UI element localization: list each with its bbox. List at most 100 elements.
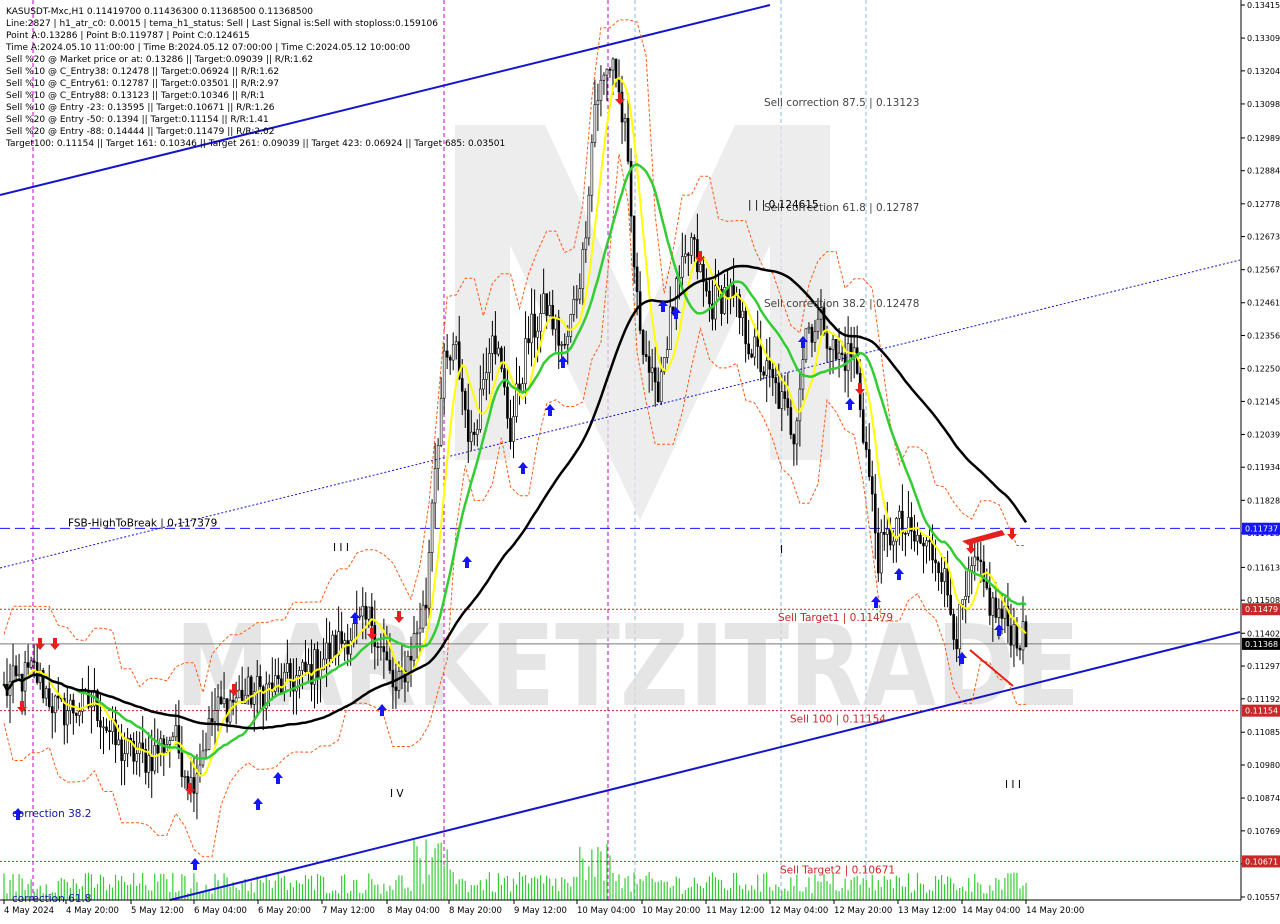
candle-body — [831, 339, 835, 351]
candle-body — [479, 388, 482, 430]
candle-body — [361, 605, 365, 617]
candle-body — [29, 660, 33, 668]
price-tick-label: 0.10557 — [1247, 893, 1280, 902]
candle-body — [602, 74, 606, 81]
candle-body — [656, 381, 660, 403]
candle-body — [807, 326, 811, 330]
candle-body — [750, 353, 753, 358]
candle-body — [497, 347, 500, 355]
price-tick-label: 0.10980 — [1247, 761, 1280, 770]
wave-label: I — [780, 544, 783, 556]
candle-body — [90, 705, 93, 708]
candle-body — [168, 740, 172, 745]
candle-body — [581, 248, 585, 289]
candle-body — [913, 530, 916, 542]
candle-body — [943, 568, 946, 582]
time-tick-label: 10 May 20:00 — [642, 906, 700, 916]
candle-body — [376, 646, 380, 648]
candle-body — [258, 676, 262, 688]
candle-body — [237, 689, 241, 699]
price-box-label: 0.11154 — [1245, 707, 1278, 716]
candle-body — [747, 343, 750, 355]
candle-body — [430, 502, 434, 553]
time-tick-label: 14 May 20:00 — [1026, 906, 1084, 916]
candle-body — [708, 290, 711, 305]
candle-body — [879, 531, 883, 574]
candle-body — [174, 725, 178, 738]
candle-body — [596, 100, 600, 105]
candle-body — [744, 310, 747, 345]
correction-382-label: Sell correction 38.2 | 0.12478 — [764, 298, 919, 310]
candle-body — [557, 317, 561, 346]
price-tick-label: 0.12673 — [1247, 233, 1280, 242]
candle-body — [587, 194, 591, 239]
candle-body — [774, 377, 778, 384]
chart-root[interactable]: MARKETZITRADE FSB-HighToBreak | 0.117379… — [0, 0, 1280, 920]
candle-body — [569, 314, 573, 337]
candle-body — [916, 534, 919, 542]
time-tick-label: 11 May 12:00 — [706, 906, 764, 916]
chart-canvas[interactable]: MARKETZITRADE FSB-HighToBreak | 0.117379… — [0, 0, 1280, 920]
candle-body — [786, 398, 790, 408]
time-tick-label: 8 May 04:00 — [387, 906, 440, 916]
candle-body — [883, 531, 886, 535]
price-tick-label: 0.12989 — [1247, 134, 1280, 143]
price-box-label: 0.11479 — [1245, 605, 1278, 614]
candle-body — [304, 661, 307, 673]
lower-correction-618-label: correction 61.8 — [12, 893, 91, 905]
sell-target1-label: Sell Target1 | 0.11479 — [778, 612, 893, 624]
candle-body — [635, 266, 639, 293]
candle-body — [925, 540, 928, 547]
candle-body — [280, 678, 283, 693]
price-tick-label: 0.12884 — [1247, 167, 1280, 176]
candle-body — [524, 338, 527, 385]
candle-body — [195, 773, 199, 794]
candle-body — [979, 559, 983, 563]
candle-body — [840, 352, 844, 355]
candle-body — [421, 604, 425, 629]
candle-body — [605, 68, 609, 76]
candle-body — [204, 749, 208, 752]
point-c-label: | | | 0.124615 — [748, 199, 819, 211]
candle-body — [970, 565, 974, 571]
candle-body — [563, 343, 567, 346]
price-tick-label: 0.12356 — [1247, 332, 1280, 341]
candle-body — [681, 256, 684, 278]
candle-body — [96, 690, 99, 721]
candle-body — [810, 326, 814, 343]
candle-body — [286, 663, 289, 673]
time-tick-label: 6 May 20:00 — [258, 906, 311, 916]
candle-body — [316, 649, 319, 679]
candle-body — [985, 581, 989, 589]
candle-body — [539, 313, 542, 332]
candle-body — [445, 350, 449, 358]
candle-body — [795, 420, 799, 445]
candle-body — [653, 367, 657, 383]
candle-body — [343, 640, 346, 644]
candle-body — [382, 646, 386, 653]
candle-body — [705, 281, 708, 292]
info-line: Sell %20 @ Entry -88: 0.14444 || Target:… — [6, 127, 274, 137]
candle-body — [873, 493, 877, 534]
sell-target2-label: Sell Target2 | 0.10671 — [780, 864, 895, 876]
price-tick-label: 0.12250 — [1247, 365, 1280, 374]
candle-body — [135, 753, 138, 762]
candle-body — [759, 346, 763, 373]
candle-body — [949, 594, 952, 615]
candle-body — [876, 532, 880, 574]
candle-body — [545, 293, 548, 316]
price-box-label: 0.11368 — [1245, 640, 1278, 649]
sell-100-label: Sell 100 | 0.11154 — [790, 714, 886, 726]
candle-body — [307, 664, 310, 673]
candle-body — [108, 730, 111, 732]
candle-body — [424, 604, 428, 609]
candle-body — [816, 318, 820, 332]
time-tick-label: 7 May 12:00 — [322, 906, 375, 916]
candle-body — [756, 336, 759, 347]
candle-body — [684, 253, 687, 257]
candle-body — [548, 304, 551, 316]
price-tick-label: 0.10874 — [1247, 794, 1280, 803]
candle-body — [777, 382, 781, 409]
candle-body — [99, 720, 102, 728]
candle-body — [919, 534, 922, 544]
